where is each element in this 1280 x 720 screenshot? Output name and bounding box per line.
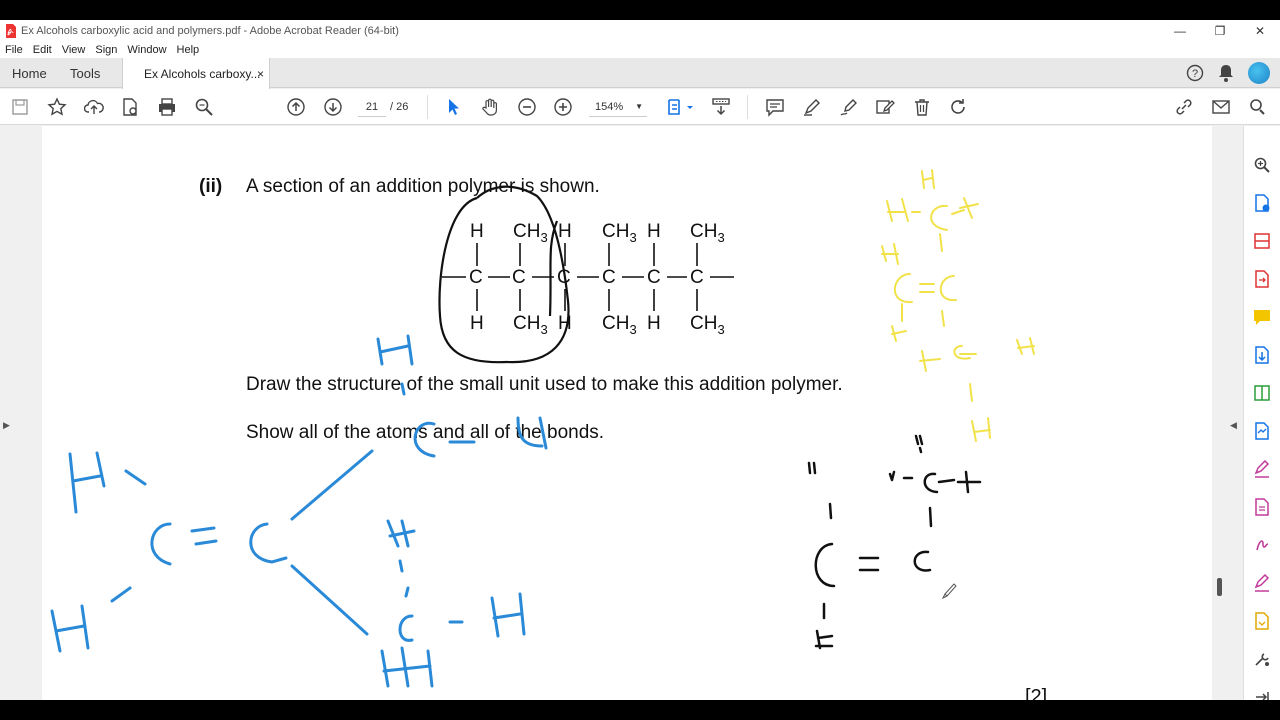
ink-annotations bbox=[50, 169, 1035, 688]
redo-rotate-icon[interactable] bbox=[947, 96, 969, 118]
email-icon[interactable] bbox=[1210, 96, 1232, 118]
save-icon[interactable] bbox=[9, 96, 31, 118]
find-zoom-icon[interactable] bbox=[193, 96, 215, 118]
compare-files-icon[interactable] bbox=[1251, 382, 1273, 404]
menu-sign[interactable]: Sign bbox=[90, 44, 122, 56]
comment-tool-icon[interactable] bbox=[1251, 306, 1273, 328]
edit-text-icon[interactable] bbox=[874, 96, 896, 118]
tools-right-panel bbox=[1243, 126, 1280, 700]
export-pdf-icon[interactable] bbox=[1251, 268, 1273, 290]
toolbar-divider bbox=[747, 95, 748, 119]
black-ink-drawing bbox=[807, 434, 982, 650]
comment-icon[interactable] bbox=[764, 96, 786, 118]
notifications-bell-icon[interactable] bbox=[1218, 64, 1234, 82]
bookmark-star-icon[interactable] bbox=[46, 96, 68, 118]
vertical-scrollbar[interactable] bbox=[1212, 126, 1227, 700]
yellow-ink-drawing bbox=[881, 169, 1035, 442]
menu-view[interactable]: View bbox=[57, 44, 91, 56]
tab-document[interactable]: Ex Alcohols carboxy... × bbox=[122, 58, 270, 89]
tab-tools[interactable]: Tools bbox=[70, 58, 100, 88]
request-signature-icon[interactable] bbox=[1251, 534, 1273, 556]
page-fit-icon[interactable] bbox=[665, 96, 695, 118]
minimize-button[interactable]: — bbox=[1160, 20, 1200, 41]
menu-edit[interactable]: Edit bbox=[28, 44, 57, 56]
page-total: / 26 bbox=[390, 101, 409, 113]
highlight-pen-icon[interactable] bbox=[801, 96, 823, 118]
help-icon[interactable]: ? bbox=[1186, 64, 1204, 82]
pdf-page: (ii) A section of an addition polymer is… bbox=[42, 126, 1212, 700]
left-panel-toggle-icon[interactable]: ▶ bbox=[3, 420, 10, 431]
search-user-icon[interactable] bbox=[1246, 96, 1268, 118]
zoom-out-icon[interactable] bbox=[516, 96, 538, 118]
window-title: Ex Alcohols carboxylic acid and polymers… bbox=[21, 24, 399, 37]
close-window-button[interactable]: ✕ bbox=[1240, 20, 1280, 41]
tab-bar: Home Tools Ex Alcohols carboxy... × ? bbox=[0, 58, 1280, 89]
zoom-level-value: 154% bbox=[595, 101, 624, 113]
toolbar-divider bbox=[427, 95, 428, 119]
more-tools-icon[interactable] bbox=[1251, 648, 1273, 670]
chevron-down-icon: ▼ bbox=[635, 102, 643, 111]
pdf-file-icon bbox=[6, 23, 16, 38]
organize-pages-icon[interactable] bbox=[1251, 230, 1273, 252]
export-download-icon[interactable] bbox=[1251, 344, 1273, 366]
black-circle-annotation bbox=[438, 185, 570, 364]
close-tab-icon[interactable]: × bbox=[257, 67, 264, 81]
pen-cursor-icon bbox=[941, 583, 957, 600]
scroll-mode-icon[interactable] bbox=[710, 96, 732, 118]
menu-bar: File Edit View Sign Window Help bbox=[0, 41, 1280, 58]
collapse-panel-icon[interactable] bbox=[1251, 686, 1273, 700]
print-icon[interactable] bbox=[156, 96, 178, 118]
share-link-icon[interactable] bbox=[1173, 96, 1195, 118]
page-number-input[interactable]: 21 bbox=[358, 97, 386, 117]
previous-page-icon[interactable] bbox=[285, 96, 307, 118]
acrobat-window: Ex Alcohols carboxylic acid and polymers… bbox=[0, 20, 1280, 700]
edit-pdf-icon[interactable] bbox=[1251, 572, 1273, 594]
protect-pdf-icon[interactable] bbox=[1251, 496, 1273, 518]
svg-text:?: ? bbox=[1192, 68, 1198, 80]
zoom-in-icon[interactable] bbox=[552, 96, 574, 118]
scan-ocr-icon[interactable] bbox=[1251, 420, 1273, 442]
main-toolbar: 21 / 26 154% ▼ bbox=[0, 89, 1280, 125]
delete-trash-icon[interactable] bbox=[911, 96, 933, 118]
tab-document-label: Ex Alcohols carboxy... bbox=[144, 66, 261, 81]
hand-tool-icon[interactable] bbox=[479, 96, 501, 118]
cloud-upload-icon[interactable] bbox=[83, 96, 105, 118]
select-cursor-icon[interactable] bbox=[442, 96, 464, 118]
fill-sign-icon[interactable] bbox=[1251, 458, 1273, 480]
scrollbar-thumb[interactable] bbox=[1217, 578, 1222, 596]
create-pdf-icon[interactable] bbox=[1251, 192, 1273, 214]
restore-button[interactable]: ❐ bbox=[1200, 20, 1240, 41]
zoom-level-select[interactable]: 154% ▼ bbox=[589, 97, 647, 117]
document-viewport[interactable]: (ii) A section of an addition polymer is… bbox=[12, 126, 1242, 700]
menu-help[interactable]: Help bbox=[172, 44, 205, 56]
menu-window[interactable]: Window bbox=[122, 44, 171, 56]
search-tool-icon[interactable] bbox=[1251, 154, 1273, 176]
send-for-review-icon[interactable] bbox=[1251, 610, 1273, 632]
menu-file[interactable]: File bbox=[0, 44, 28, 56]
file-settings-icon[interactable] bbox=[119, 96, 141, 118]
blue-ink-drawing bbox=[50, 334, 548, 688]
right-panel-toggle-icon[interactable]: ◀ bbox=[1230, 420, 1237, 431]
title-bar: Ex Alcohols carboxylic acid and polymers… bbox=[0, 20, 1280, 41]
tab-home[interactable]: Home bbox=[12, 58, 47, 88]
draw-sign-icon[interactable] bbox=[838, 96, 860, 118]
next-page-icon[interactable] bbox=[322, 96, 344, 118]
user-avatar[interactable] bbox=[1248, 62, 1270, 84]
